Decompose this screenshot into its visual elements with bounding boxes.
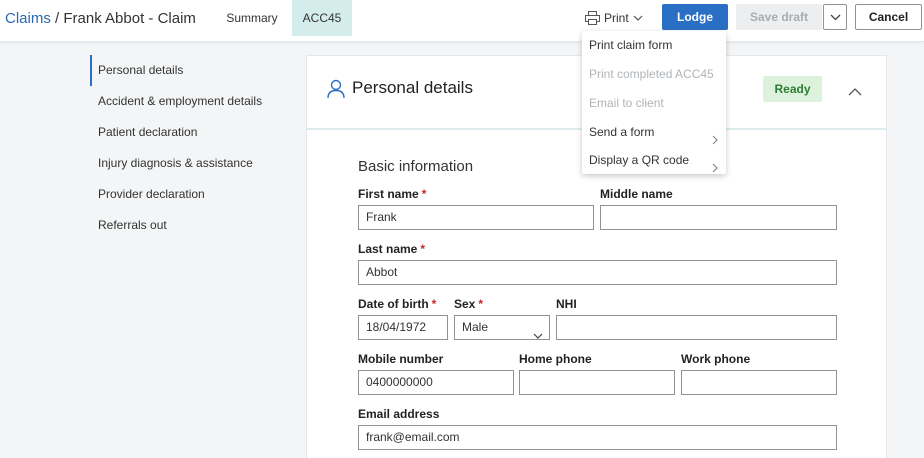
chevron-right-icon [712,155,718,183]
last-name-input[interactable]: Abbot [358,260,837,285]
breadcrumb-claims-link[interactable]: Claims [5,10,51,27]
print-menu: Print claim form Print completed ACC45 E… [582,31,726,174]
nav-item-provider-declaration[interactable]: Provider declaration [90,179,290,210]
page-title: Frank Abbot - Claim [63,10,196,27]
menu-item-label: Send a form [589,125,655,139]
menu-item-print-completed-acc45[interactable]: Print completed ACC45 [582,60,726,88]
nav-item-injury-diagnosis[interactable]: Injury diagnosis & assistance [90,148,290,179]
mobile-input[interactable]: 0400000000 [358,370,514,395]
middle-name-input[interactable] [600,205,837,230]
nav-item-personal-details[interactable]: Personal details [90,55,290,86]
nhi-input[interactable] [556,315,837,340]
sex-select-value: Male [462,320,489,334]
home-phone-input[interactable] [519,370,675,395]
required-marker: * [478,297,484,311]
cancel-button[interactable]: Cancel [855,4,922,30]
nav-item-referrals-out[interactable]: Referrals out [90,210,290,241]
menu-item-email-to-client[interactable]: Email to client [582,89,726,117]
first-name-label: First name * [358,187,426,201]
sex-select[interactable]: Male [454,315,550,340]
save-draft-button[interactable]: Save draft [736,4,822,30]
chevron-down-icon [533,324,543,347]
required-marker: * [421,187,427,201]
tab-summary[interactable]: Summary [212,0,292,36]
mobile-label: Mobile number [358,352,444,366]
person-icon [327,79,345,104]
first-name-input[interactable]: Frank [358,205,594,230]
home-phone-label: Home phone [519,352,592,366]
last-name-label-text: Last name [358,242,418,256]
menu-item-label: Display a QR code [589,153,690,167]
section-nav: Personal details Accident & employment d… [90,55,290,241]
top-header: Claims / Frank Abbot - Claim Summary ACC… [0,0,924,42]
menu-item-label: Email to client [589,96,664,110]
card-title: Personal details [352,78,473,97]
menu-item-print-claim-form[interactable]: Print claim form [582,31,726,59]
menu-item-display-qr-code[interactable]: Display a QR code [582,146,726,174]
dob-input[interactable]: 18/04/1972 [358,315,448,340]
work-phone-label: Work phone [681,352,751,366]
chevron-down-icon [830,10,841,24]
nav-item-accident-employment[interactable]: Accident & employment details [90,86,290,117]
email-label: Email address [358,407,440,421]
print-button-label: Print [604,11,629,25]
sex-label-text: Sex [454,297,476,311]
breadcrumb-separator: / [55,10,60,27]
required-marker: * [431,297,437,311]
nhi-label: NHI [556,297,577,311]
menu-item-send-a-form[interactable]: Send a form [582,118,726,146]
menu-item-label: Print completed ACC45 [589,67,714,81]
dob-label-text: Date of birth [358,297,429,311]
dob-label: Date of birth * [358,297,436,311]
chevron-down-icon [633,15,643,21]
email-input[interactable]: frank@email.com [358,425,837,450]
printer-icon [585,11,600,25]
status-badge: Ready [763,76,822,102]
lodge-button[interactable]: Lodge [662,4,728,30]
first-name-label-text: First name [358,187,419,201]
middle-name-label: Middle name [600,187,673,201]
more-actions-button[interactable] [823,4,847,30]
chevron-up-icon[interactable] [848,83,862,101]
menu-item-label: Print claim form [589,38,673,52]
nav-item-patient-declaration[interactable]: Patient declaration [90,117,290,148]
last-name-label: Last name * [358,242,425,256]
sex-label: Sex * [454,297,483,311]
print-button[interactable]: Print [585,8,655,28]
required-marker: * [420,242,426,256]
section-title: Basic information [358,158,474,175]
work-phone-input[interactable] [681,370,837,395]
tab-acc45[interactable]: ACC45 [292,0,352,36]
breadcrumb: Claims / Frank Abbot - Claim [5,0,196,38]
